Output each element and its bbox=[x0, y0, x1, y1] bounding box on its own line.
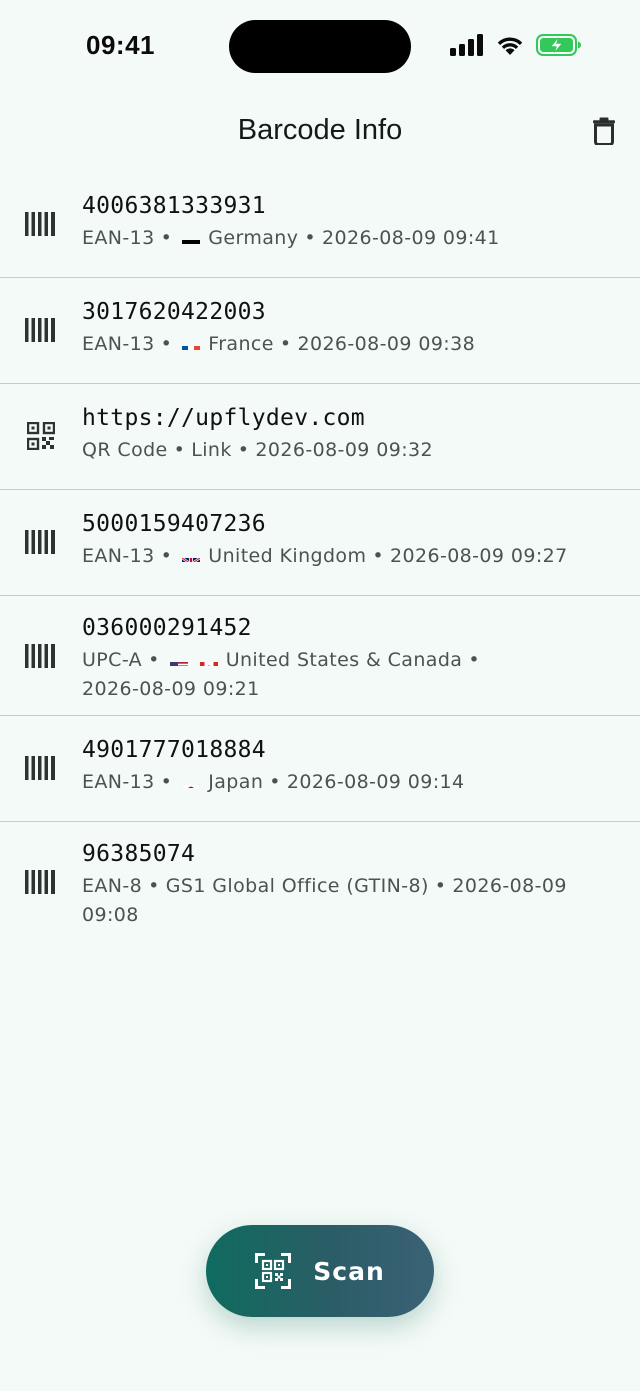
barcode-value: 5000159407236 bbox=[82, 511, 266, 537]
barcode-timestamp: 2026-08-09 09:38 bbox=[297, 333, 476, 355]
trash-icon bbox=[593, 117, 615, 145]
barcode-meta: QR Code • Link • 2026-08-09 09:32 bbox=[82, 439, 433, 461]
barcode-format: EAN-13 bbox=[82, 771, 155, 793]
flag-france-icon bbox=[182, 338, 201, 350]
clear-history-button[interactable] bbox=[590, 114, 618, 148]
barcode-origin: United States & Canada bbox=[225, 649, 463, 671]
barcode-format: EAN-13 bbox=[82, 227, 155, 249]
barcode-icon bbox=[24, 316, 58, 344]
barcode-meta: EAN-13 • Japan • 2026-08-09 09:14 bbox=[82, 768, 610, 797]
barcode-value: 3017620422003 bbox=[82, 299, 266, 325]
status-time: 09:41 bbox=[86, 30, 155, 60]
barcode-format: UPC-A bbox=[82, 649, 143, 671]
barcode-origin: GS1 Global Office (GTIN-8) bbox=[165, 875, 429, 897]
battery-charging-icon bbox=[536, 34, 581, 56]
barcode-value: 4006381333931 bbox=[82, 193, 266, 219]
barcode-format: EAN-13 bbox=[82, 333, 155, 355]
barcode-origin: France bbox=[208, 333, 274, 355]
barcode-origin: United Kingdom bbox=[208, 545, 367, 567]
barcode-value: https://upflydev.com bbox=[82, 405, 365, 431]
flag-germany-icon bbox=[182, 232, 201, 244]
barcode-value: 036000291452 bbox=[82, 615, 252, 641]
flag-canada-icon bbox=[199, 654, 218, 666]
scan-button[interactable]: Scan bbox=[206, 1225, 434, 1317]
history-list: 4006381333931 EAN-13 • Germany • 2026-08-09 … bbox=[0, 172, 640, 942]
barcode-origin: Germany bbox=[208, 227, 299, 249]
barcode-origin: Link bbox=[191, 439, 232, 461]
barcode-format: QR Code bbox=[82, 439, 168, 461]
list-item[interactable]: 96385074 EAN-8 • GS1 Global Office (GTIN-8… bbox=[0, 822, 640, 942]
list-item[interactable]: 036000291452 UPC-A • United States & Canad… bbox=[0, 596, 640, 716]
barcode-meta: EAN-8 • GS1 Global Office (GTIN-8) • 2026-08… bbox=[82, 875, 567, 926]
header: Barcode Info bbox=[0, 92, 640, 172]
barcode-icon bbox=[24, 754, 58, 782]
barcode-meta: UPC-A • United States & Canada • 2026-08-09 … bbox=[82, 649, 480, 700]
barcode-timestamp: 2026-08-09 09:21 bbox=[82, 678, 260, 700]
barcode-value: 4901777018884 bbox=[82, 737, 266, 763]
page-title: Barcode Info bbox=[237, 114, 403, 146]
list-item[interactable]: 4006381333931 EAN-13 • Germany • 2026-08-09 … bbox=[0, 172, 640, 278]
list-item[interactable]: 4901777018884 EAN-13 • Japan • 2026-08-09 09… bbox=[0, 716, 640, 822]
qr-code-icon bbox=[24, 422, 58, 450]
status-bar: 09:41 bbox=[0, 0, 640, 92]
barcode-icon bbox=[24, 528, 58, 556]
flag-united-states-icon bbox=[169, 654, 188, 666]
barcode-timestamp: 2026-08-09 09:32 bbox=[255, 439, 433, 461]
barcode-timestamp: 2026-08-09 09:41 bbox=[322, 227, 500, 249]
barcode-format: EAN-8 bbox=[82, 875, 143, 897]
barcode-meta: EAN-13 • United Kingdom • 2026-08-09 09:27 bbox=[82, 542, 610, 571]
qr-scan-icon bbox=[255, 1253, 292, 1289]
barcode-timestamp: 2026-08-09 09:27 bbox=[389, 545, 568, 567]
barcode-meta: EAN-13 • France • 2026-08-09 09:38 bbox=[82, 330, 610, 359]
barcode-value: 96385074 bbox=[82, 841, 196, 867]
barcode-origin: Japan bbox=[208, 771, 264, 793]
list-item[interactable]: 3017620422003 EAN-13 • France • 2026-08-09 0… bbox=[0, 278, 640, 384]
flag-japan-icon bbox=[182, 776, 201, 788]
status-icons bbox=[450, 34, 582, 56]
cellular-signal-icon bbox=[450, 34, 483, 56]
list-item[interactable]: 5000159407236 EAN-13 • United Kingdom • 2026… bbox=[0, 490, 640, 596]
list-item[interactable]: https://upflydev.com QR Code • Link • 2026-0… bbox=[0, 384, 640, 490]
barcode-icon bbox=[24, 642, 58, 670]
barcode-icon bbox=[24, 210, 58, 238]
barcode-meta: EAN-13 • Germany • 2026-08-09 09:41 bbox=[82, 224, 610, 253]
scan-button-label: Scan bbox=[313, 1256, 385, 1286]
dynamic-island bbox=[229, 20, 411, 73]
barcode-timestamp: 2026-08-09 09:14 bbox=[286, 771, 465, 793]
barcode-format: EAN-13 bbox=[82, 545, 155, 567]
flag-united-kingdom-icon bbox=[182, 550, 201, 562]
wifi-icon bbox=[497, 37, 523, 55]
barcode-icon bbox=[24, 868, 58, 896]
